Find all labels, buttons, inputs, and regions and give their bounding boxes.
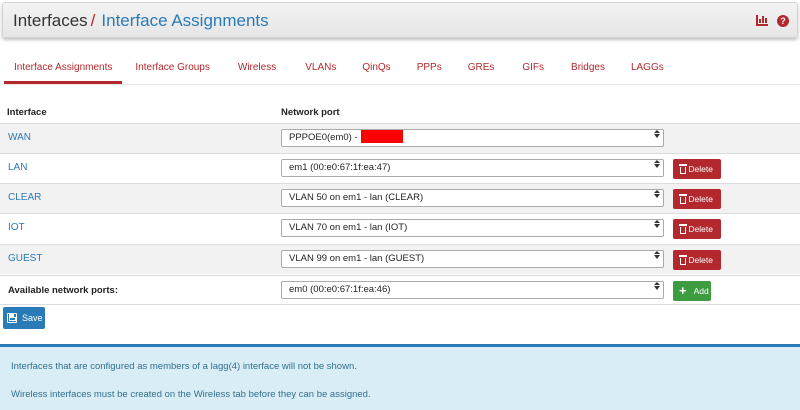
interface-link-clear[interactable]: CLEAR xyxy=(8,192,41,203)
select-value: VLAN 70 on em1 - lan (IOT) xyxy=(289,222,408,233)
trash-icon xyxy=(679,194,687,204)
delete-label: Delete xyxy=(688,164,713,174)
table-row: CLEAR VLAN 50 on em1 - lan (CLEAR) Delet… xyxy=(0,183,800,213)
tab-interface-groups[interactable]: Interface Groups xyxy=(125,58,219,84)
select-value: em1 (00:e0:67:1f:ea:47) xyxy=(289,162,391,173)
select-value: VLAN 99 on em1 - lan (GUEST) xyxy=(289,253,425,264)
trash-icon xyxy=(679,164,687,174)
network-port-select-wan[interactable]: PPPOE0(em0) - xyxy=(281,129,664,147)
tab-vlans[interactable]: VLANs xyxy=(295,58,346,84)
available-port-select[interactable]: em0 (00:e0:67:1f:ea:46) xyxy=(281,281,664,299)
table-row: LAN em1 (00:e0:67:1f:ea:47) Delete xyxy=(0,153,800,183)
delete-button-clear[interactable]: Delete xyxy=(673,189,721,209)
interface-link-wan[interactable]: WAN xyxy=(8,132,31,143)
tab-gifs[interactable]: GIFs xyxy=(512,58,554,84)
plus-icon: + xyxy=(679,283,687,298)
select-caret-icon xyxy=(654,251,660,259)
column-header-network-port: Network port xyxy=(281,107,340,118)
tab-bar: Interface Assignments Interface Groups W… xyxy=(4,58,674,86)
info-alert: Interfaces that are configured as member… xyxy=(0,344,800,410)
network-port-select-guest[interactable]: VLAN 99 on em1 - lan (GUEST) xyxy=(281,250,664,268)
breadcrumb-current[interactable]: Interface Assignments xyxy=(101,11,268,30)
redacted-block xyxy=(360,129,403,143)
help-icon[interactable]: ? xyxy=(777,15,789,27)
select-caret-icon xyxy=(654,220,660,228)
floppy-icon xyxy=(7,313,17,323)
save-label: Save xyxy=(22,313,43,323)
add-button[interactable]: + Add xyxy=(673,281,711,301)
column-header-interface: Interface xyxy=(7,107,47,118)
network-port-select-lan[interactable]: em1 (00:e0:67:1f:ea:47) xyxy=(281,159,664,177)
network-port-select-clear[interactable]: VLAN 50 on em1 - lan (CLEAR) xyxy=(281,189,664,207)
table-row: WAN PPPOE0(em0) - xyxy=(0,123,800,153)
select-value: em0 (00:e0:67:1f:ea:46) xyxy=(289,284,391,295)
interface-link-iot[interactable]: IOT xyxy=(8,222,25,233)
save-button[interactable]: Save xyxy=(3,307,45,329)
breadcrumb-separator: / xyxy=(90,11,96,30)
page-header: Interfaces / Interface Assignments ? xyxy=(2,2,798,38)
breadcrumb: Interfaces / Interface Assignments xyxy=(13,11,269,31)
table-row: GUEST VLAN 99 on em1 - lan (GUEST) Delet… xyxy=(0,244,800,274)
tab-laggs[interactable]: LAGGs xyxy=(621,58,674,84)
chart-icon[interactable] xyxy=(756,15,768,26)
select-caret-icon xyxy=(654,190,660,198)
delete-button-iot[interactable]: Delete xyxy=(673,219,721,239)
table-row-available: Available network ports: em0 (00:e0:67:1… xyxy=(0,275,800,305)
delete-label: Delete xyxy=(688,194,713,204)
tab-ppps[interactable]: PPPs xyxy=(407,58,452,84)
trash-icon xyxy=(679,255,687,265)
tab-bridges[interactable]: Bridges xyxy=(561,58,615,84)
tab-qinqs[interactable]: QinQs xyxy=(352,58,400,84)
interface-link-lan[interactable]: LAN xyxy=(8,162,27,173)
tab-gres[interactable]: GREs xyxy=(458,58,505,84)
info-text-lagg: Interfaces that are configured as member… xyxy=(11,361,357,372)
select-caret-icon xyxy=(654,282,660,290)
add-label: Add xyxy=(693,286,709,296)
interface-link-guest[interactable]: GUEST xyxy=(8,253,42,264)
tab-wireless[interactable]: Wireless xyxy=(228,58,286,84)
network-port-select-iot[interactable]: VLAN 70 on em1 - lan (IOT) xyxy=(281,219,664,237)
tab-interface-assignments[interactable]: Interface Assignments xyxy=(4,58,123,84)
select-caret-icon xyxy=(654,160,660,168)
delete-button-lan[interactable]: Delete xyxy=(673,159,721,179)
breadcrumb-parent[interactable]: Interfaces xyxy=(13,11,88,30)
info-text-wireless: Wireless interfaces must be created on t… xyxy=(11,389,371,400)
delete-label: Delete xyxy=(688,255,713,265)
select-value: PPPOE0(em0) - xyxy=(289,132,358,143)
select-value: VLAN 50 on em1 - lan (CLEAR) xyxy=(289,192,424,203)
delete-label: Delete xyxy=(688,224,713,234)
header-icons: ? xyxy=(756,15,789,27)
available-ports-label: Available network ports: xyxy=(8,285,118,296)
select-caret-icon xyxy=(654,130,660,138)
delete-button-guest[interactable]: Delete xyxy=(673,250,721,270)
trash-icon xyxy=(679,224,687,234)
table-row: IOT VLAN 70 on em1 - lan (IOT) Delete xyxy=(0,213,800,243)
